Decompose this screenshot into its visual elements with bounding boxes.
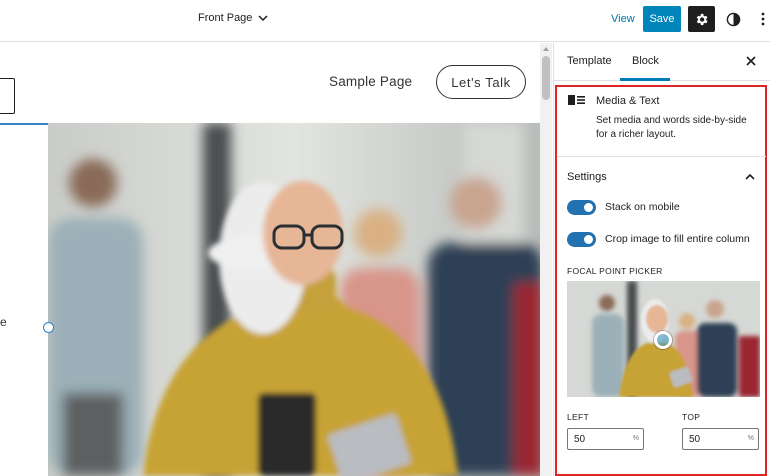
editor-canvas[interactable]: Sample Page Let's Talk e (0, 43, 540, 476)
stack-on-mobile-label: Stack on mobile (605, 201, 680, 213)
block-description: Set media and words side-by-side for a r… (596, 115, 747, 140)
canvas-scrollbar[interactable] (540, 43, 552, 476)
crop-image-toggle[interactable] (567, 232, 596, 247)
stack-on-mobile-toggle[interactable] (567, 200, 596, 215)
divider (557, 156, 766, 157)
focal-top-label: TOP (682, 412, 701, 422)
media-image[interactable] (48, 123, 540, 476)
focal-point-handle[interactable] (654, 331, 672, 349)
focal-top-value: 50 (689, 433, 701, 445)
settings-sidebar: Template Block Media & Text Set media an… (553, 43, 770, 476)
contrast-icon (726, 12, 740, 26)
block-title: Media & Text (596, 95, 660, 107)
focal-left-input[interactable]: 50 % (567, 428, 644, 450)
chevron-down-icon (258, 15, 268, 22)
document-title-dropdown[interactable]: Front Page (198, 12, 268, 24)
close-icon[interactable] (744, 54, 758, 68)
percent-unit: % (632, 435, 639, 442)
settings-panel-title[interactable]: Settings (567, 171, 607, 183)
resize-handle[interactable] (43, 322, 54, 333)
nav-link-sample-page[interactable]: Sample Page (329, 74, 412, 89)
editor-top-toolbar: Front Page View Save (0, 0, 770, 42)
tab-block[interactable]: Block (632, 55, 659, 67)
more-vertical-icon (761, 12, 765, 26)
site-logo-placeholder[interactable] (0, 78, 15, 114)
scroll-up-arrow-icon[interactable] (542, 45, 550, 53)
canvas-scrollbar-thumb[interactable] (542, 56, 550, 100)
styles-button[interactable] (724, 10, 742, 28)
chevron-up-icon[interactable] (744, 171, 756, 183)
settings-button[interactable] (688, 6, 715, 32)
save-button[interactable]: Save (643, 6, 681, 32)
document-title: Front Page (198, 12, 253, 24)
options-button[interactable] (758, 10, 768, 28)
media-text-icon (568, 95, 585, 105)
focal-top-input[interactable]: 50 % (682, 428, 759, 450)
media-text-content[interactable]: e (0, 315, 7, 329)
sidebar-tabs: Template Block (554, 43, 770, 81)
lets-talk-button[interactable]: Let's Talk (436, 65, 526, 99)
gear-icon (696, 13, 708, 25)
tab-template[interactable]: Template (567, 55, 612, 67)
focal-point-picker-label: FOCAL POINT PICKER (567, 266, 663, 276)
block-selection-indicator (0, 123, 48, 125)
percent-unit: % (747, 435, 754, 442)
crop-image-label: Crop image to fill entire column (605, 233, 750, 245)
focal-left-value: 50 (574, 433, 586, 445)
view-button[interactable]: View (611, 13, 635, 25)
active-tab-indicator (620, 78, 670, 81)
focal-left-label: LEFT (567, 412, 589, 422)
